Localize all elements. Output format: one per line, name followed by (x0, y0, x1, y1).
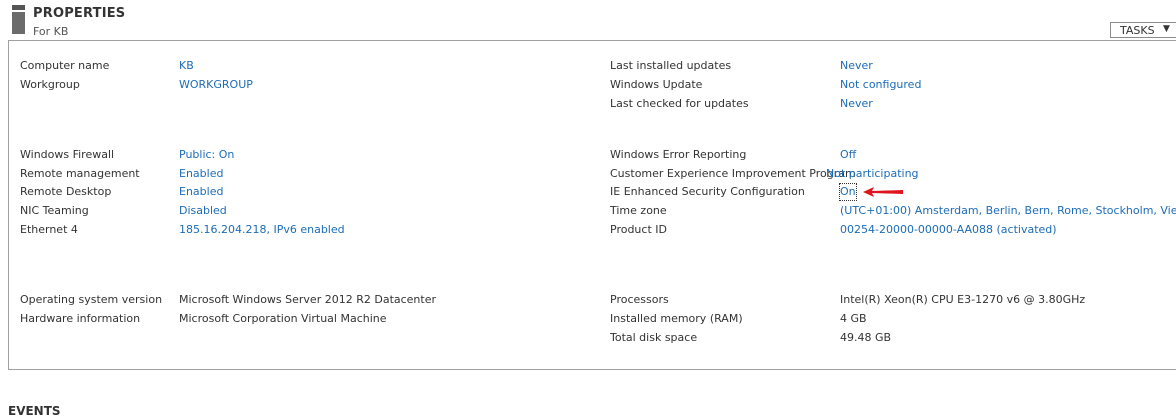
time-zone-link[interactable]: (UTC+01:00) Amsterdam, Berlin, Bern, Rom… (840, 203, 1176, 219)
red-arrow-icon (863, 187, 903, 197)
processors-value: Intel(R) Xeon(R) CPU E3-1270 v6 @ 3.80GH… (840, 293, 1086, 306)
computer-name-link[interactable]: KB (179, 58, 194, 74)
chevron-down-icon: ▼ (1163, 24, 1170, 34)
server-icon (12, 5, 25, 34)
error-reporting-link[interactable]: Off (840, 147, 856, 163)
property-label: Windows Update (610, 78, 703, 91)
property-label: Product ID (610, 223, 667, 236)
remote-management-link[interactable]: Enabled (179, 166, 223, 182)
windows-firewall-link[interactable]: Public: On (179, 147, 234, 163)
property-label: Customer Experience Improvement Program (610, 167, 856, 180)
property-label: Last installed updates (610, 59, 732, 72)
property-label: Installed memory (RAM) (610, 312, 743, 325)
os-version-value: Microsoft Windows Server 2012 R2 Datacen… (179, 293, 437, 306)
property-label: Remote Desktop (20, 185, 112, 198)
nic-teaming-link[interactable]: Disabled (179, 203, 227, 219)
last-installed-updates-link[interactable]: Never (840, 58, 873, 74)
ie-esc-link[interactable]: On (839, 183, 857, 201)
remote-desktop-link[interactable]: Enabled (179, 184, 223, 200)
property-label: IE Enhanced Security Configuration (610, 185, 805, 198)
tasks-dropdown-button[interactable]: TASKS ▼ (1110, 22, 1176, 38)
last-checked-updates-link[interactable]: Never (840, 96, 873, 112)
properties-header: PROPERTIES For KB TASKS ▼ (0, 0, 1176, 40)
total-disk-space-value: 49.48 GB (840, 331, 892, 344)
property-label: Windows Firewall (20, 148, 115, 161)
ethernet-link[interactable]: 185.16.204.218, IPv6 enabled (179, 222, 345, 238)
property-label: Ethernet 4 (20, 223, 78, 236)
property-label: Hardware information (20, 312, 141, 325)
property-label: Computer name (20, 59, 110, 72)
property-label: Processors (610, 293, 669, 306)
product-id-link[interactable]: 00254-20000-00000-AA088 (activated) (840, 222, 1057, 238)
workgroup-link[interactable]: WORKGROUP (179, 77, 253, 93)
property-label: Workgroup (20, 78, 80, 91)
property-label: NIC Teaming (20, 204, 89, 217)
property-label: Time zone (610, 204, 667, 217)
installed-memory-value: 4 GB (840, 312, 867, 325)
tasks-label: TASKS (1120, 24, 1155, 37)
hardware-info-value: Microsoft Corporation Virtual Machine (179, 312, 387, 325)
property-label: Windows Error Reporting (610, 148, 747, 161)
section-title: PROPERTIES (33, 6, 126, 21)
property-label: Remote management (20, 167, 140, 180)
property-label: Last checked for updates (610, 97, 749, 110)
properties-panel: Computer name KB Workgroup WORKGROUP Win… (8, 40, 1176, 370)
property-label: Operating system version (20, 293, 163, 306)
windows-update-link[interactable]: Not configured (840, 77, 921, 93)
property-label: Total disk space (610, 331, 698, 344)
section-subtitle: For KB (33, 25, 69, 38)
ceip-link[interactable]: Not participating (826, 166, 919, 182)
